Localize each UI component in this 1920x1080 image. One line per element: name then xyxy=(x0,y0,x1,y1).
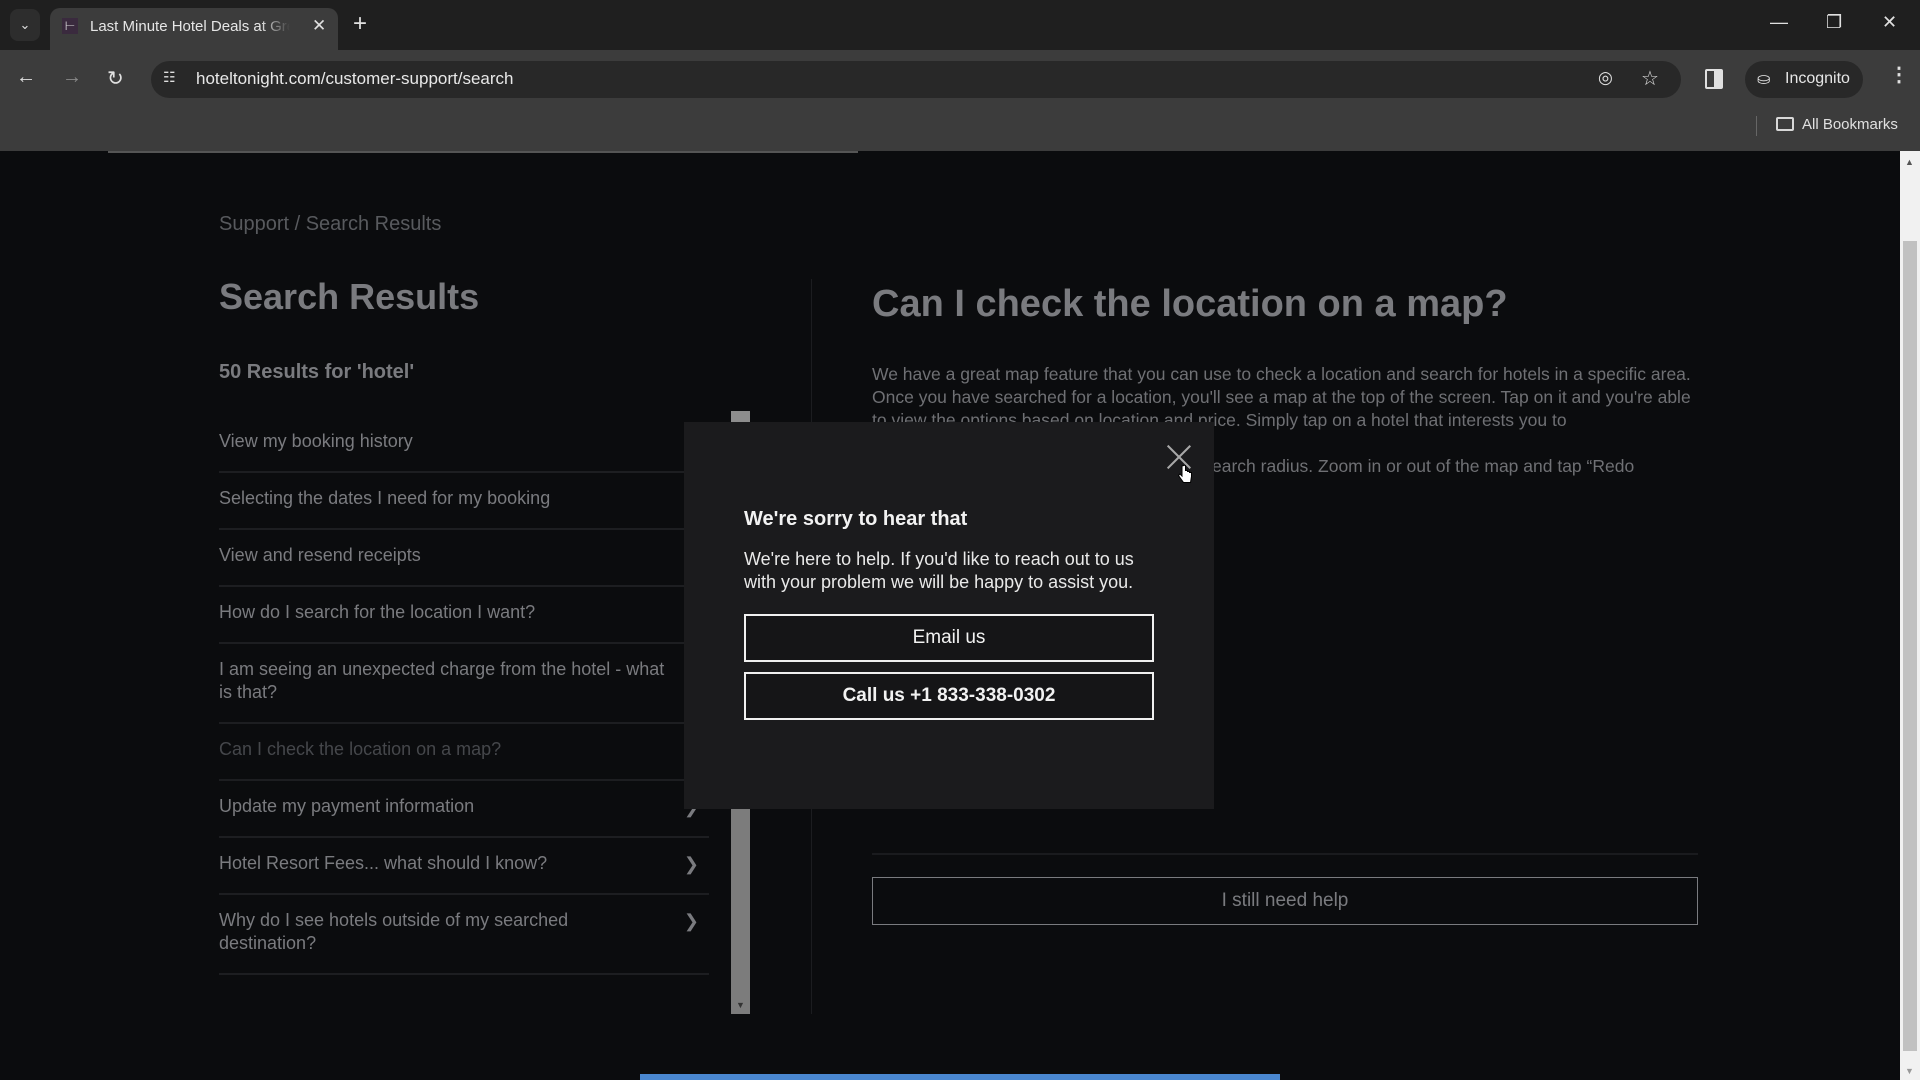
modal-title: We're sorry to hear that xyxy=(744,508,968,530)
hoteltonight-bed-icon: ⊢ xyxy=(62,18,78,34)
page-scrollbar-thumb[interactable] xyxy=(1903,241,1917,1051)
scroll-up-arrow-icon[interactable]: ▲ xyxy=(1905,157,1914,167)
incognito-label: Incognito xyxy=(1785,70,1850,87)
address-bar[interactable]: ☷ hoteltonight.com/customer-support/sear… xyxy=(151,61,1681,98)
modal-text: We're here to help. If you'd like to rea… xyxy=(744,549,1134,592)
result-item-label: View and resend receipts xyxy=(219,545,421,565)
result-item[interactable]: View my booking history xyxy=(219,416,709,473)
still-need-help-button[interactable]: I still need help xyxy=(872,877,1698,925)
result-item[interactable]: View and resend receipts xyxy=(219,530,709,587)
tune-icon[interactable]: ☷ xyxy=(163,69,185,89)
result-item[interactable]: I am seeing an unexpected charge from th… xyxy=(219,644,709,724)
result-item-label: Hotel Resort Fees... what should I know? xyxy=(219,853,548,873)
kebab-menu-icon[interactable]: ⋮ xyxy=(1889,62,1909,87)
reload-icon[interactable]: ↻ xyxy=(107,66,124,91)
back-arrow-icon[interactable]: ← xyxy=(16,66,36,89)
star-icon[interactable]: ☆ xyxy=(1641,66,1659,91)
page-title: Search Results xyxy=(219,276,480,317)
results-count: 50 Results for 'hotel' xyxy=(219,361,415,383)
browser-tab-bar: ⌄ ⊢ Last Minute Hotel Deals at Great Pri… xyxy=(0,0,1920,50)
folder-icon xyxy=(1776,117,1794,131)
result-item-label: Can I check the location on a map? xyxy=(219,739,502,759)
browser-toolbar: ← → ↻ ☷ hoteltonight.com/customer-suppor… xyxy=(0,50,1920,151)
chevron-right-icon: ❯ xyxy=(683,911,699,931)
tab-title: Last Minute Hotel Deals at Great Prices xyxy=(90,18,290,35)
breadcrumb[interactable]: Support / Search Results xyxy=(219,213,441,236)
all-bookmarks-label: All Bookmarks xyxy=(1802,116,1898,133)
scroll-down-arrow-icon[interactable]: ▼ xyxy=(736,1000,745,1010)
email-us-button[interactable]: Email us xyxy=(744,614,1154,662)
new-tab-button[interactable]: + xyxy=(353,10,367,38)
incognito-icon: ⛀ xyxy=(1757,71,1771,88)
page-top-line xyxy=(108,151,858,153)
page-scrollbar[interactable]: ▲ ▼ xyxy=(1900,151,1920,1080)
hand-cursor-icon xyxy=(1178,465,1192,483)
bookmarks-divider xyxy=(1756,116,1757,136)
result-item[interactable]: Why do I see hotels outside of my search… xyxy=(219,895,709,975)
result-item-label: Update my payment information xyxy=(219,796,475,816)
result-item[interactable]: How do I search for the location I want? xyxy=(219,587,709,644)
call-us-button[interactable]: Call us +1 833-338-0302 xyxy=(744,672,1154,720)
bottom-banner-bar xyxy=(640,1074,1280,1080)
results-list: View my booking history Selecting the dat… xyxy=(219,416,709,975)
article-title: Can I check the location on a map? xyxy=(872,283,1508,325)
minimize-icon[interactable]: — xyxy=(1770,12,1788,33)
url-text[interactable]: hoteltonight.com/customer-support/search xyxy=(196,69,514,89)
browser-tab[interactable]: ⊢ Last Minute Hotel Deals at Great Price… xyxy=(50,8,338,50)
side-panel-icon[interactable] xyxy=(1705,69,1723,89)
scroll-down-arrow-icon[interactable]: ▼ xyxy=(1905,1066,1914,1076)
result-item[interactable]: Can I check the location on a map? xyxy=(219,724,709,781)
chevron-down-icon: ⌄ xyxy=(19,17,31,32)
chevron-right-icon: ❯ xyxy=(683,854,699,874)
window-close-icon[interactable]: ✕ xyxy=(1882,12,1897,33)
result-item[interactable]: Selecting the dates I need for my bookin… xyxy=(219,473,709,530)
incognito-profile-button[interactable]: ⛀ Incognito xyxy=(1745,61,1863,98)
result-item-label: Selecting the dates I need for my bookin… xyxy=(219,488,551,508)
restore-icon[interactable]: ❐ xyxy=(1826,12,1842,33)
result-item[interactable]: Hotel Resort Fees... what should I know?… xyxy=(219,838,709,895)
tab-close-icon[interactable]: ✕ xyxy=(312,16,326,36)
forward-arrow-icon[interactable]: → xyxy=(62,66,82,89)
result-item-label: How do I search for the location I want? xyxy=(219,602,536,622)
article-divider xyxy=(872,853,1698,855)
all-bookmarks-button[interactable]: All Bookmarks xyxy=(1776,116,1898,133)
tab-search-button[interactable]: ⌄ xyxy=(10,9,40,41)
result-item[interactable]: Update my payment information❯ xyxy=(219,781,709,838)
result-item-label: View my booking history xyxy=(219,431,413,451)
result-item-label: I am seeing an unexpected charge from th… xyxy=(219,659,665,702)
result-item-label: Why do I see hotels outside of my search… xyxy=(219,910,569,953)
eye-off-icon[interactable]: ◎ xyxy=(1598,68,1613,88)
